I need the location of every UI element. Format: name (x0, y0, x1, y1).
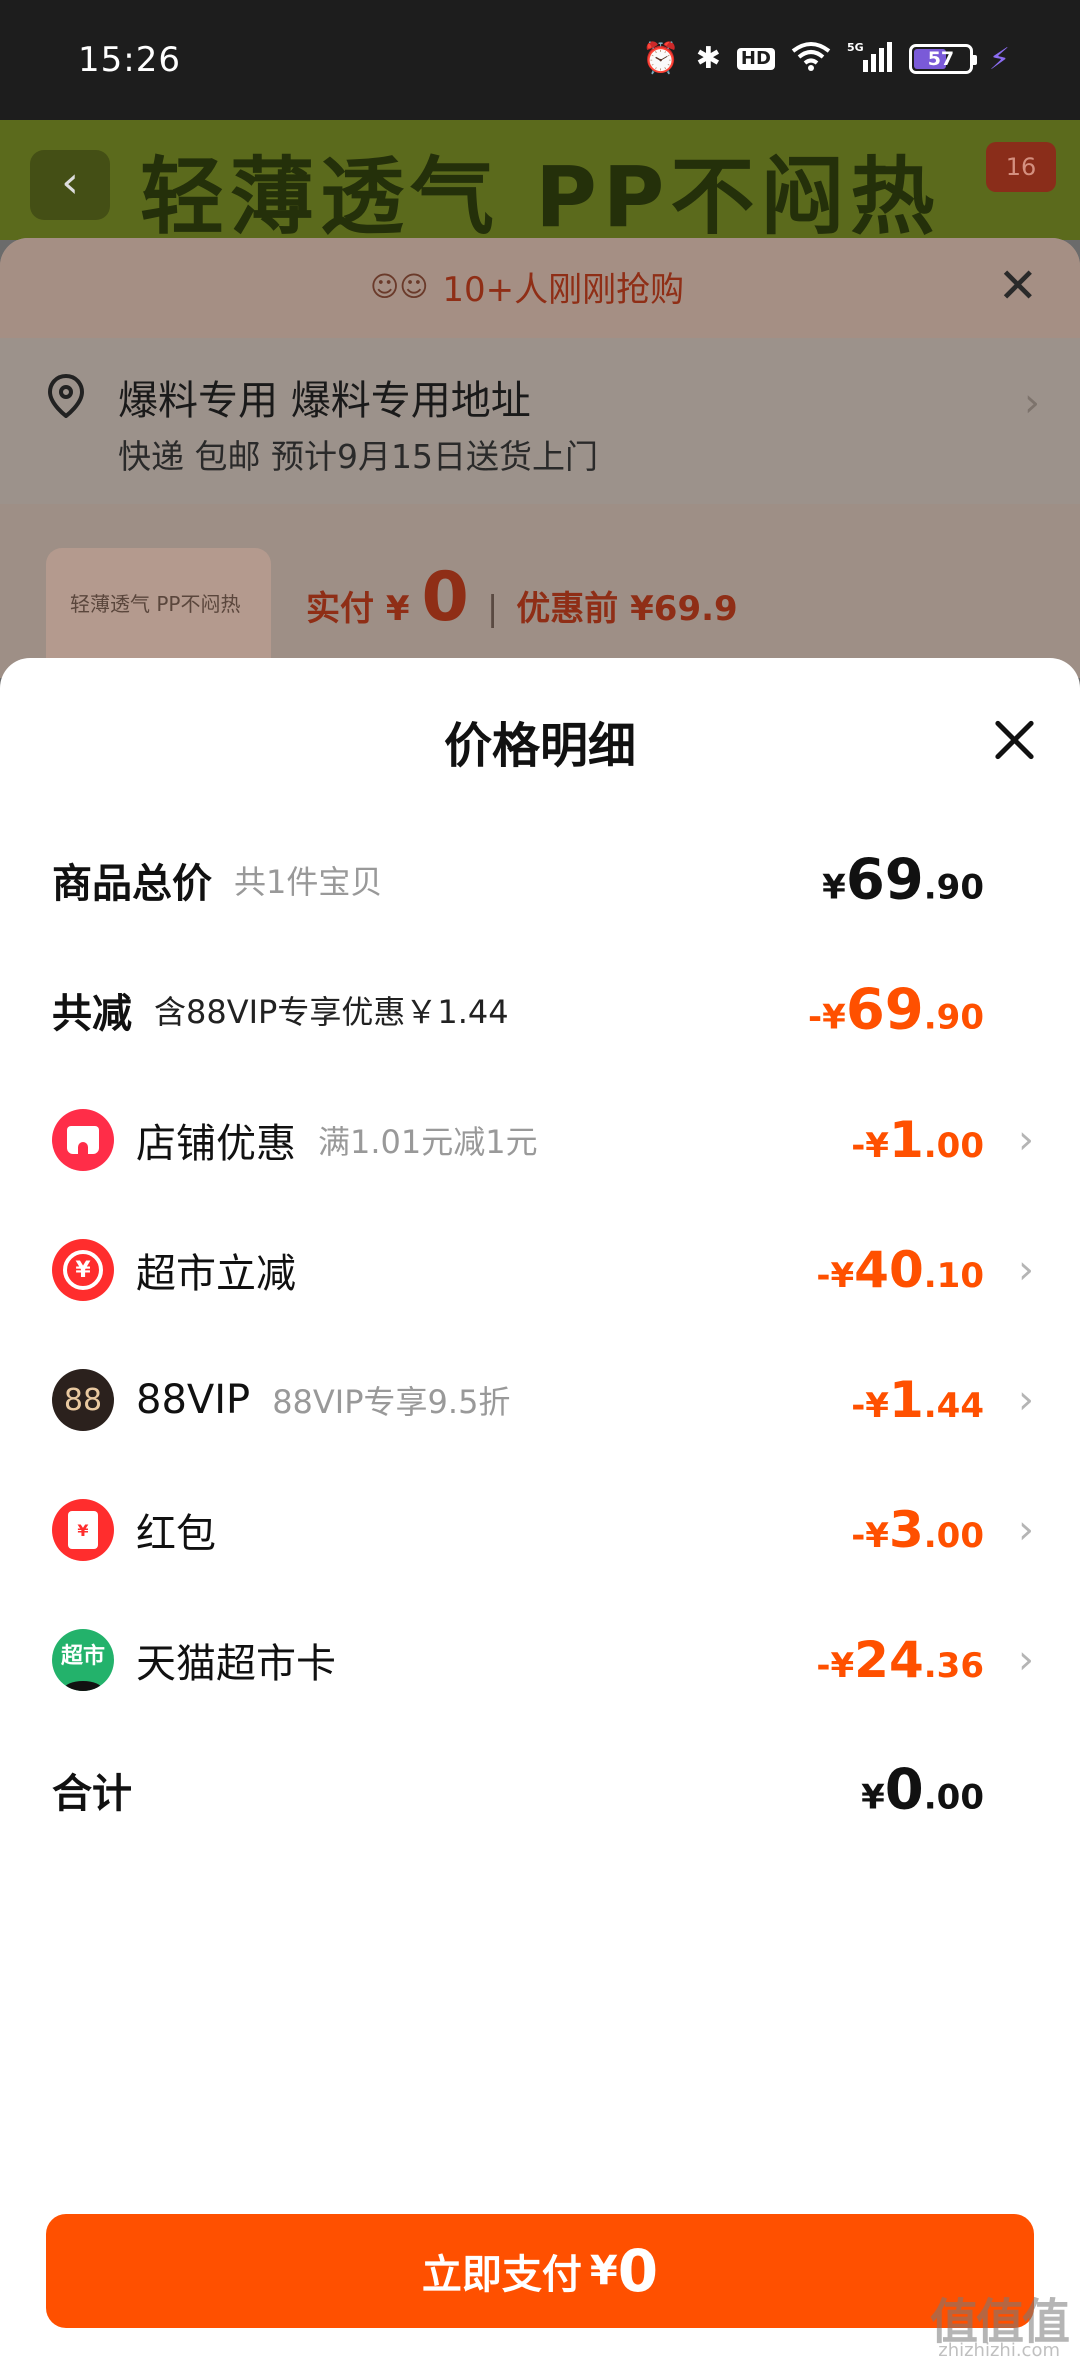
order-sheet: ☺☺ 10+人刚刚抢购 ✕ 爆料专用 爆料专用地址 快递 包邮 预计9月15日送… (0, 238, 1080, 698)
discount-row-88vip[interactable]: 88 88VIP 88VIP专享9.5折 -¥ 1 .44 › (0, 1350, 1080, 1450)
bluetooth-icon: ✱ (695, 41, 721, 76)
paid-summary: 实付 ¥ 0 | 优惠前 ¥69.9 (306, 558, 738, 637)
hd-icon: HD (736, 48, 775, 70)
watermark-url: zhizhizhi.com (938, 2340, 1060, 2361)
sum-label: 合计 (52, 1771, 132, 1817)
discount-amount: -¥ 1 .00 (851, 1111, 984, 1169)
buyers-text: 10+人刚刚抢购 (442, 270, 685, 310)
thumbnail-text: 轻薄透气 PP不闷热 (70, 592, 241, 616)
discount-sub: 满1.01元减1元 (318, 1123, 538, 1161)
red-envelope-icon: ¥ (52, 1499, 114, 1561)
order-sheet-close-icon[interactable]: ✕ (998, 258, 1038, 314)
paid-amount: 0 (421, 558, 469, 637)
status-icons: ⏰ ✱ HD 5G 57 ⚡ (642, 40, 1010, 78)
address-name: 爆料专用 爆料专用地址 (118, 378, 531, 424)
chevron-right-icon: › (1018, 1247, 1034, 1293)
total-price-row: 商品总价 共1件宝贝 ¥ 69 .90 (0, 830, 1080, 930)
banner-text: 轻薄透气 PP不闷热 (140, 148, 941, 240)
discount-sub: 88VIP专享9.5折 (272, 1383, 511, 1421)
recent-buyers: ☺☺ 10+人刚刚抢购 (370, 262, 684, 311)
shop-icon (52, 1109, 114, 1171)
yuan-coin-icon: ¥ (52, 1239, 114, 1301)
discount-amount: -¥ 3 .00 (851, 1501, 984, 1559)
pay-currency: ¥ (589, 2248, 618, 2294)
address-row[interactable]: 爆料专用 爆料专用地址 快递 包邮 预计9月15日送货上门 › (0, 338, 1080, 504)
status-time: 15:26 (78, 40, 181, 80)
tmall-market-card-icon: 超市 (52, 1629, 114, 1691)
order-sheet-header: ☺☺ 10+人刚刚抢购 ✕ (0, 238, 1080, 338)
discount-amount: -¥ 40 .10 (816, 1241, 984, 1299)
vip88-icon: 88 (52, 1369, 114, 1431)
pay-now-label: 立即支付 (421, 2252, 582, 2298)
item-count: 共1件宝贝 (234, 863, 383, 901)
divider: | (486, 589, 499, 629)
banner-badge: 16 (986, 142, 1056, 192)
status-bar: 15:26 ⏰ ✱ HD 5G 57 ⚡ (0, 0, 1080, 120)
buyer-avatars-icon: ☺☺ (370, 270, 429, 303)
pay-now-button[interactable]: 立即支付 ¥ 0 (46, 2214, 1034, 2328)
total-reduction-label: 共减 (52, 991, 132, 1037)
price-before-discount: 优惠前 ¥69.9 (516, 589, 738, 629)
battery-level: 57 (927, 48, 955, 70)
discount-row-shop[interactable]: 店铺优惠 满1.01元减1元 -¥ 1 .00 › (0, 1090, 1080, 1190)
chevron-right-icon: › (1018, 1377, 1034, 1423)
close-icon[interactable] (988, 714, 1040, 766)
pay-amount: 0 (617, 2237, 659, 2305)
wifi-icon (791, 41, 831, 77)
vip-discount-note: 含88VIP专享优惠￥1.44 (154, 993, 509, 1031)
sheet-title: 价格明细 (443, 718, 636, 774)
discount-label: 红包 (136, 1511, 216, 1557)
back-chevron-icon[interactable]: ‹ (30, 150, 110, 220)
total-reduction-row: 共减 含88VIP专享优惠￥1.44 -¥ 69 .90 (0, 960, 1080, 1060)
charging-icon: ⚡ (988, 41, 1010, 77)
svg-text:5G: 5G (847, 41, 864, 54)
signal-5g-icon: 5G (847, 40, 893, 78)
total-price-amount: ¥ 69 .90 (822, 847, 984, 913)
chevron-right-icon: › (1018, 1637, 1034, 1683)
location-pin-icon (47, 373, 85, 428)
discount-label: 店铺优惠 (136, 1121, 296, 1167)
discount-label: 超市立减 (136, 1251, 296, 1297)
discount-amount: -¥ 1 .44 (851, 1371, 984, 1429)
sum-row: 合计 ¥ 0 .00 (0, 1740, 1080, 1840)
chevron-right-icon: › (1018, 1507, 1034, 1553)
chevron-right-icon: › (1018, 1117, 1034, 1163)
delivery-info: 快递 包邮 预计9月15日送货上门 (118, 437, 598, 476)
chevron-right-icon: › (1024, 380, 1040, 426)
total-price-label: 商品总价 (52, 861, 212, 907)
discount-row-market[interactable]: ¥ 超市立减 -¥ 40 .10 › (0, 1220, 1080, 1320)
discount-amount: -¥ 24 .36 (816, 1631, 984, 1689)
discount-row-market-card[interactable]: 超市 天猫超市卡 -¥ 24 .36 › (0, 1610, 1080, 1710)
total-reduction-amount: -¥ 69 .90 (808, 977, 984, 1043)
discount-row-red-envelope[interactable]: ¥ 红包 -¥ 3 .00 › (0, 1480, 1080, 1580)
product-row: 轻薄透气 PP不闷热 实付 ¥ 0 | 优惠前 ¥69.9 (0, 528, 1080, 698)
product-banner: ‹ 轻薄透气 PP不闷热 16 (0, 120, 1080, 240)
discount-label: 88VIP (136, 1377, 251, 1423)
alarm-icon: ⏰ (642, 41, 680, 76)
paid-label: 实付 ¥ (306, 589, 410, 629)
battery-icon: 57 (908, 44, 977, 74)
sum-amount: ¥ 0 .00 (861, 1757, 984, 1823)
price-detail-sheet: 价格明细 商品总价 共1件宝贝 ¥ 69 .90 共减 含88VIP专享优惠￥1… (0, 658, 1080, 2376)
discount-label: 天猫超市卡 (136, 1641, 336, 1687)
